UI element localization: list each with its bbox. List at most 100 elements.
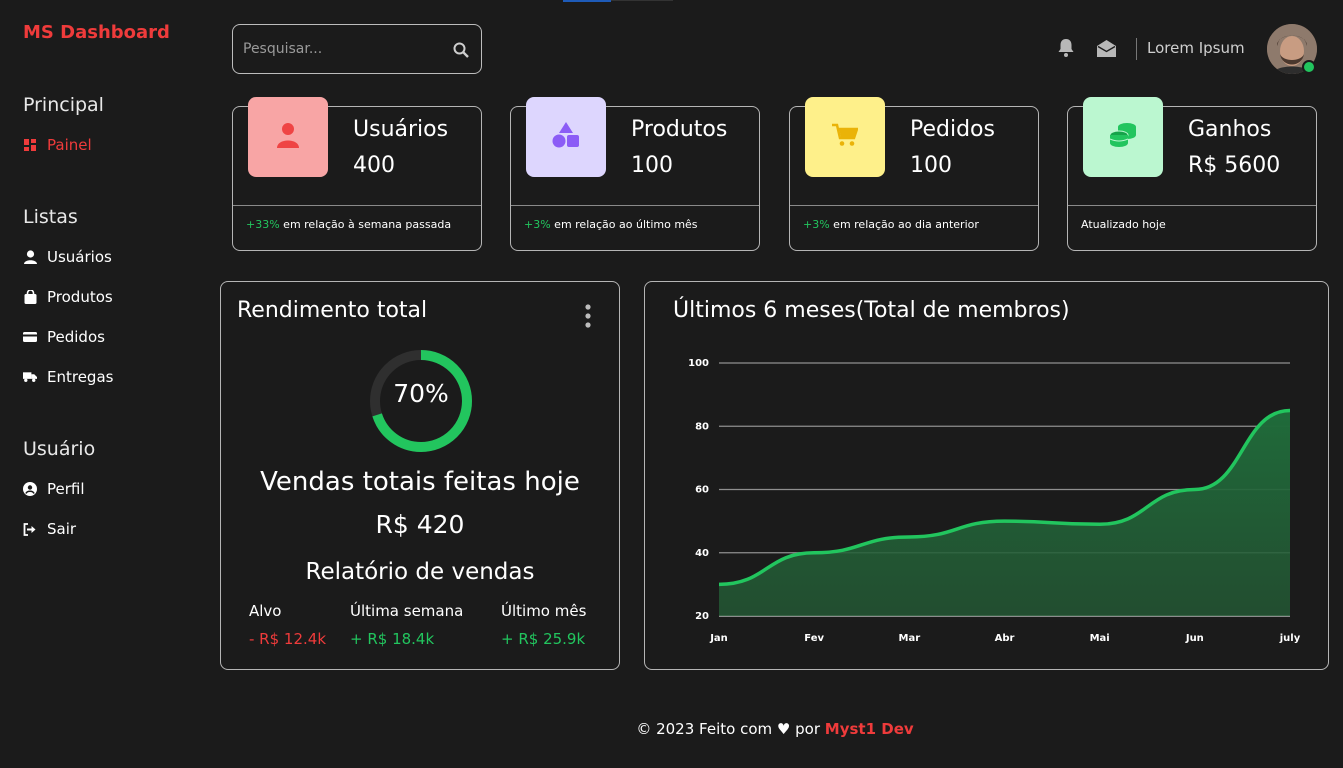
- sidebar-item-usuarios[interactable]: Usuários: [23, 248, 112, 266]
- report-item-ultimo-mes: Último mês + R$ 25.9k: [501, 602, 586, 648]
- sidebar-item-label: Entregas: [47, 368, 114, 386]
- x-tick-label: Mar: [899, 633, 921, 644]
- report-value: + R$ 18.4k: [350, 630, 435, 648]
- stat-card-footer: +3% em relação ao dia anterior: [803, 218, 979, 231]
- sign-out-icon: [23, 522, 37, 536]
- stat-card-value: R$ 5600: [1188, 153, 1281, 178]
- y-tick-label: 100: [688, 358, 709, 369]
- sales-title: Vendas totais feitas hoje: [260, 467, 580, 497]
- report-value: + R$ 25.9k: [501, 630, 586, 648]
- stat-card-produtos[interactable]: Produtos 100 +3% em relação ao último mê…: [510, 97, 760, 251]
- stat-card-divider: [511, 205, 759, 206]
- members-area-chart: 20 40 60 80 100 Jan Fev Mar Abr Mai Jun july: [688, 358, 1301, 644]
- x-tick-label: july: [1279, 633, 1301, 644]
- stat-card-tile: [805, 97, 885, 177]
- stat-card-pedidos[interactable]: Pedidos 100 +3% em relação ao dia anteri…: [789, 97, 1039, 251]
- sidebar: MS Dashboard Principal Painel Listas Usu…: [0, 0, 210, 768]
- x-tick-label: Abr: [995, 633, 1015, 644]
- stat-card-title: Produtos: [631, 117, 728, 142]
- header-separator: [1136, 38, 1137, 60]
- report-label: Alvo: [249, 602, 282, 620]
- x-tick-label: Fev: [804, 633, 824, 644]
- stat-card-note: em relação à semana passada: [283, 218, 452, 231]
- stat-card-ganhos[interactable]: Ganhos R$ 5600 Atualizado hoje: [1067, 97, 1317, 251]
- x-tick-label: Jun: [1185, 633, 1204, 644]
- truck-icon: [23, 370, 37, 384]
- revenue-panel: Rendimento total 70% Vendas totais feita…: [220, 281, 620, 670]
- footer-text-por: por: [795, 720, 820, 738]
- sidebar-item-entregas[interactable]: Entregas: [23, 368, 113, 386]
- footer-brand-link[interactable]: Myst1 Dev: [825, 720, 914, 738]
- coins-icon: [1109, 122, 1137, 152]
- stat-card-change: +33%: [246, 218, 280, 231]
- stat-card-title: Pedidos: [910, 117, 995, 142]
- stat-card-note: em relação ao dia anterior: [833, 218, 979, 231]
- sidebar-item-produtos[interactable]: Produtos: [23, 288, 113, 306]
- stat-card-value: 400: [353, 153, 395, 178]
- progress-label: 70%: [393, 379, 449, 408]
- sidebar-section-principal: Principal: [23, 94, 104, 116]
- stat-card-tile: [1083, 97, 1163, 177]
- x-tick-label: Mai: [1090, 633, 1110, 644]
- stat-card-note: Atualizado hoje: [1081, 218, 1166, 231]
- y-tick-label: 20: [695, 611, 709, 622]
- cart-icon: [832, 123, 859, 151]
- sidebar-item-painel[interactable]: Painel: [23, 136, 92, 154]
- search-input[interactable]: [243, 37, 443, 61]
- stat-card-title: Ganhos: [1188, 117, 1272, 142]
- report-item-alvo: Alvo - R$ 12.4k: [249, 602, 326, 648]
- stat-card-divider: [1068, 205, 1316, 206]
- stat-card-title: Usuários: [353, 117, 449, 142]
- dashboard-icon: [23, 138, 37, 152]
- footer: © 2023 Feito com ♥ por Myst1 Dev: [0, 720, 1343, 738]
- revenue-panel-title: Rendimento total: [237, 298, 428, 323]
- shapes-icon: [552, 122, 580, 152]
- user-icon: [23, 250, 37, 264]
- sidebar-item-label: Sair: [47, 520, 77, 538]
- footer-text: © 2023 Feito com: [636, 720, 773, 738]
- user-icon: [277, 122, 299, 152]
- sidebar-item-label: Usuários: [47, 248, 112, 266]
- x-tick-label: Jan: [709, 633, 728, 644]
- report-label: Última semana: [350, 602, 464, 620]
- report-value: - R$ 12.4k: [249, 630, 326, 648]
- more-options-icon[interactable]: [583, 302, 593, 332]
- user-circle-icon: [23, 482, 37, 496]
- search-icon[interactable]: [453, 42, 469, 58]
- top-divider-line: [611, 0, 673, 1]
- stat-card-change: +3%: [524, 218, 551, 231]
- bell-icon[interactable]: [1057, 38, 1077, 58]
- y-tick-label: 80: [695, 421, 709, 432]
- sidebar-item-pedidos[interactable]: Pedidos: [23, 328, 105, 346]
- sidebar-item-perfil[interactable]: Perfil: [23, 480, 85, 498]
- envelope-open-icon[interactable]: [1096, 39, 1116, 59]
- sidebar-section-listas: Listas: [23, 206, 78, 228]
- stat-card-usuarios[interactable]: Usuários 400 +33% em relação à semana pa…: [232, 97, 482, 251]
- sidebar-item-label: Pedidos: [47, 328, 105, 346]
- stat-card-note: em relação ao último mês: [554, 218, 698, 231]
- report-title: Relatório de vendas: [305, 559, 535, 585]
- report-label: Último mês: [501, 602, 587, 620]
- y-tick-label: 60: [695, 485, 709, 496]
- heart-icon: ♥: [776, 720, 791, 738]
- stat-card-value: 100: [910, 153, 952, 178]
- sidebar-section-usuario: Usuário: [23, 438, 96, 460]
- top-progress-line: [563, 0, 611, 2]
- stat-card-tile: [248, 97, 328, 177]
- stat-card-footer: +33% em relação à semana passada: [246, 218, 451, 231]
- stat-card-value: 100: [631, 153, 673, 178]
- stat-card-divider: [233, 205, 481, 206]
- stat-card-divider: [790, 205, 1038, 206]
- stat-card-tile: [526, 97, 606, 177]
- user-name[interactable]: Lorem Ipsum: [1147, 39, 1245, 57]
- search-box: [232, 24, 482, 74]
- stat-card-footer: Atualizado hoje: [1081, 218, 1166, 231]
- shopping-bag-icon: [23, 290, 37, 304]
- credit-card-icon: [23, 330, 37, 344]
- report-item-ultima-semana: Última semana + R$ 18.4k: [350, 602, 463, 648]
- online-status-indicator: [1302, 60, 1316, 74]
- y-tick-label: 40: [695, 548, 709, 559]
- chart-area-fill: [719, 410, 1290, 616]
- sidebar-item-sair[interactable]: Sair: [23, 520, 76, 538]
- app-logo[interactable]: MS Dashboard: [23, 22, 170, 43]
